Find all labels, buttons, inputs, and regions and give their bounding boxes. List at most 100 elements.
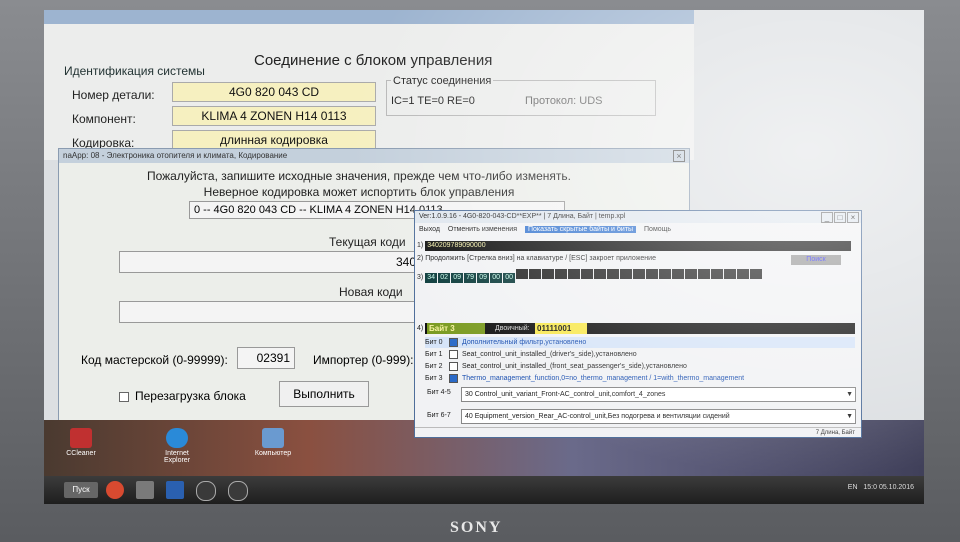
- workshop-code-input[interactable]: 02391: [237, 347, 295, 369]
- desktop-icon-computer[interactable]: Компьютер: [248, 428, 298, 457]
- new-coding-label: Новая коди: [339, 285, 403, 299]
- part-number-label: Номер детали:: [72, 88, 155, 102]
- menu-help[interactable]: Помощь: [644, 226, 671, 233]
- app-icon[interactable]: [136, 481, 154, 499]
- bit-description: Seat_control_unit_installed_(front_seat_…: [462, 363, 687, 370]
- bit-row-3[interactable]: Бит 3 Thermo_management_function,0=no_the…: [425, 373, 855, 384]
- connection-window-titlebar: [44, 10, 694, 24]
- bit-row-1[interactable]: Бит 1 Seat_control_unit_installed_(driver…: [425, 349, 855, 360]
- desktop-icon-ie[interactable]: Internet Explorer: [152, 428, 202, 464]
- hex-byte-empty: [594, 269, 607, 279]
- warning-line-2: Неверное кодировка может испортить блок …: [203, 185, 515, 199]
- maximize-icon[interactable]: □: [834, 212, 846, 223]
- reboot-checkbox-row[interactable]: Перезагрузка блока: [119, 389, 246, 403]
- hex-byte-6[interactable]: 00: [503, 273, 516, 283]
- bit-3-checkbox[interactable]: [449, 373, 458, 383]
- search-button[interactable]: Поиск: [791, 255, 841, 265]
- coding-string-field[interactable]: 340209789090000: [425, 241, 852, 251]
- reboot-label: Перезагрузка блока: [135, 389, 246, 403]
- bit-0-checkbox[interactable]: [449, 337, 458, 347]
- hex-byte-0[interactable]: 34: [425, 273, 438, 283]
- row-1-number: 1): [417, 242, 424, 249]
- hex-byte-3[interactable]: 79: [464, 273, 477, 283]
- menu-exit[interactable]: Выход: [419, 226, 440, 233]
- brand-logo: SONY: [450, 519, 503, 536]
- binary-value: 01111001: [535, 323, 587, 334]
- taskbar: Пуск EN 15:0 05.10.2016: [44, 476, 924, 504]
- hex-byte-empty: [620, 269, 633, 279]
- clock-time[interactable]: 15:0: [863, 484, 877, 491]
- coding-window-titlebar: naApp: 08 - Электроника отопителя и клим…: [59, 149, 689, 163]
- language-indicator[interactable]: EN: [848, 484, 858, 491]
- internet-explorer-icon: [166, 428, 188, 448]
- byte-header: Байт 3 Двоичный: 01111001: [425, 323, 855, 334]
- system-id-group-label: Идентификация системы: [64, 64, 205, 78]
- start-button[interactable]: Пуск: [64, 482, 98, 498]
- desktop-icon-label: Компьютер: [254, 450, 292, 457]
- hex-byte-empty: [698, 269, 711, 279]
- hex-byte-4[interactable]: 09: [477, 273, 490, 283]
- hex-byte-empty: [711, 269, 724, 279]
- bit-row-0[interactable]: Бит 0 Дополнительный фильтр,установлено: [425, 337, 855, 348]
- bits-4-5-select[interactable]: 30 Control_unit_variant_Front-AC_control…: [461, 387, 856, 402]
- chevron-down-icon[interactable]: ▼: [846, 388, 853, 401]
- hex-byte-empty: [659, 269, 672, 279]
- close-icon[interactable]: ×: [847, 212, 859, 223]
- bits-6-7-label: Бит 6-7: [427, 412, 451, 419]
- byte-editor-title: Ver:1.0.9.16 - 4G0-820-043-CD**EXP** | 7…: [419, 213, 626, 220]
- workshop-code-label: Код мастерской (0-99999):: [81, 353, 228, 367]
- hex-byte-2[interactable]: 09: [451, 273, 464, 283]
- coding-type-value: длинная кодировка: [172, 130, 376, 150]
- hex-byte-1[interactable]: 02: [438, 273, 451, 283]
- computer-icon: [262, 428, 284, 448]
- clock-date[interactable]: 05.10.2016: [879, 484, 914, 491]
- current-coding-label: Текущая коди: [329, 235, 406, 249]
- bit-label: Бит 2: [425, 363, 443, 370]
- hex-byte-5[interactable]: 00: [490, 273, 503, 283]
- ccleaner-icon: [70, 428, 92, 448]
- chevron-down-icon[interactable]: ▼: [846, 410, 853, 423]
- desktop-icon-label: Internet Explorer: [163, 450, 191, 464]
- hex-byte-empty: [672, 269, 685, 279]
- vcds-icon[interactable]: [196, 481, 216, 501]
- bits-4-5-value: 30 Control_unit_variant_Front-AC_control…: [465, 391, 666, 398]
- bit-label: Бит 0: [425, 339, 443, 346]
- screen: Соединение с блоком управления Идентифик…: [44, 10, 924, 504]
- menu-show-hidden[interactable]: Показать скрытые байты и биты: [524, 226, 637, 233]
- instruction-text: Продолжить [Стрелка вниз] на клавиатуре …: [425, 255, 656, 262]
- desktop-icon-ccleaner[interactable]: CCleaner: [56, 428, 106, 457]
- system-tray: EN 15:0 05.10.2016: [848, 484, 914, 491]
- save-icon[interactable]: [166, 481, 184, 499]
- coding-window-title: naApp: 08 - Электроника отопителя и клим…: [63, 151, 288, 160]
- bit-description: Дополнительный фильтр,установлено: [462, 339, 587, 346]
- hex-byte-empty: [581, 269, 594, 279]
- hex-byte-empty: [633, 269, 646, 279]
- hex-byte-empty: [568, 269, 581, 279]
- chrome-icon[interactable]: [106, 481, 124, 499]
- close-icon[interactable]: ×: [673, 150, 685, 162]
- hex-byte-empty: [646, 269, 659, 279]
- row-2-number: 2): [417, 255, 424, 262]
- bit-1-checkbox[interactable]: [449, 349, 458, 359]
- hex-byte-empty: [542, 269, 555, 279]
- menu-undo[interactable]: Отменить изменения: [448, 226, 517, 233]
- connection-window-title: Соединение с блоком управления: [254, 52, 493, 69]
- byte-editor-menubar: Выход Отменить изменения Показать скрыты…: [415, 223, 861, 236]
- minimize-icon[interactable]: _: [821, 212, 833, 223]
- hex-byte-empty: [555, 269, 568, 279]
- byte-name: Байт 3: [427, 323, 485, 334]
- hex-byte-empty: [607, 269, 620, 279]
- warning-line-1: Пожалуйста, запишите исходные значения, …: [146, 169, 571, 183]
- bit-2-checkbox[interactable]: [449, 361, 458, 371]
- part-number-value: 4G0 820 043 CD: [172, 82, 376, 102]
- vcds-icon[interactable]: [228, 481, 248, 501]
- reboot-checkbox[interactable]: [119, 391, 129, 402]
- byte-editor-window: Ver:1.0.9.16 - 4G0-820-043-CD**EXP** | 7…: [414, 210, 862, 438]
- bit-row-2[interactable]: Бит 2 Seat_control_unit_installed_(front_…: [425, 361, 855, 372]
- bits-6-7-select[interactable]: 40 Equipment_version_Rear_AC-control_uni…: [461, 409, 856, 424]
- execute-button[interactable]: Выполнить: [279, 381, 369, 407]
- bit-label: Бит 1: [425, 351, 443, 358]
- importer-label: Импортер (0-999):: [313, 353, 414, 367]
- connection-window: Соединение с блоком управления Идентифик…: [44, 10, 694, 160]
- connection-status-box: Статус соединения IC=1 TE=0 RE=0 Протоко…: [386, 75, 656, 116]
